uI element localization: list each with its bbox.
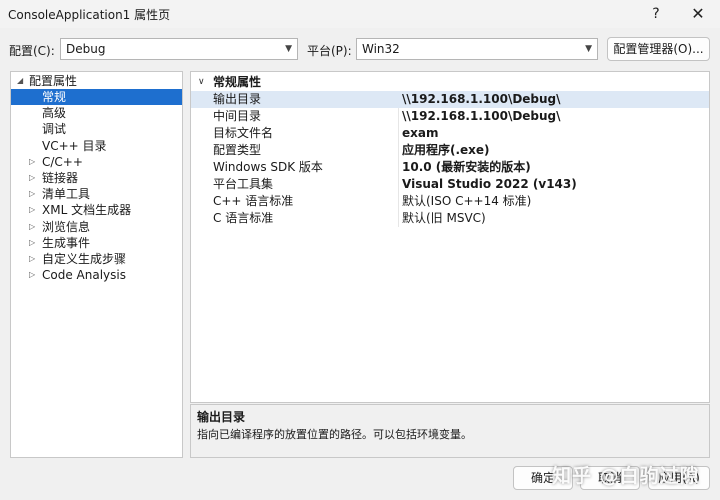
property-name: Windows SDK 版本 <box>213 160 323 174</box>
property-value[interactable]: 应用程序(.exe) <box>402 142 490 159</box>
expand-arrow-icon[interactable]: ▷ <box>29 154 35 170</box>
property-value[interactable]: exam <box>402 125 438 142</box>
property-value[interactable]: 10.0 (最新安装的版本) <box>402 159 531 176</box>
config-dropdown[interactable]: Debug ▼ <box>60 38 298 60</box>
tree-item-label: 浏览信息 <box>42 219 91 234</box>
config-manager-button[interactable]: 配置管理器(O)... <box>607 37 710 61</box>
config-label: 配置(C): <box>9 44 55 58</box>
expand-arrow-icon[interactable]: ▷ <box>29 251 35 267</box>
property-row[interactable]: 目标文件名 exam <box>191 125 709 142</box>
description-pane: 输出目录 指向已编译程序的放置位置的路径。可以包括环境变量。 <box>190 404 710 458</box>
tree-item[interactable]: ▷ 浏览信息 <box>11 219 182 235</box>
help-button[interactable]: ? <box>644 3 668 25</box>
property-row[interactable]: Windows SDK 版本 10.0 (最新安装的版本) <box>191 159 709 176</box>
expand-arrow-icon[interactable]: ▷ <box>29 235 35 251</box>
expand-arrow-icon[interactable]: ▷ <box>29 186 35 202</box>
tree-item-label: 高级 <box>42 106 67 121</box>
tree-item-label: 生成事件 <box>42 235 91 250</box>
property-value[interactable]: 默认(ISO C++14 标准) <box>402 193 531 210</box>
category-label: 常规属性 <box>213 75 262 89</box>
platform-value: Win32 <box>362 42 400 56</box>
window-title: ConsoleApplication1 属性页 <box>8 8 171 22</box>
chevron-down-icon: ▼ <box>585 44 592 54</box>
property-row[interactable]: C++ 语言标准 默认(ISO C++14 标准) <box>191 193 709 210</box>
tree-item-label: XML 文档生成器 <box>42 203 132 218</box>
expand-arrow-icon[interactable]: ▷ <box>29 170 35 186</box>
property-name: C++ 语言标准 <box>213 194 294 208</box>
tree-item[interactable]: ▷ Code Analysis <box>11 267 182 283</box>
property-row[interactable]: 中间目录 \\192.168.1.100\Debug\ <box>191 108 709 125</box>
tree-item-label: 清单工具 <box>42 187 91 202</box>
expanded-arrow-icon: ◢ <box>17 76 24 85</box>
tree-item[interactable]: ▷ C/C++ <box>11 154 182 170</box>
tree-item[interactable]: 常规 <box>11 89 182 105</box>
property-name: C 语言标准 <box>213 211 274 225</box>
chevron-down-icon: ▼ <box>285 44 292 54</box>
property-value[interactable]: Visual Studio 2022 (v143) <box>402 176 577 193</box>
tree-item[interactable]: ▷ 清单工具 <box>11 186 182 202</box>
chevron-down-icon: ∨ <box>198 77 205 87</box>
watermark-text: 知乎 @白驹过隙 <box>552 465 700 487</box>
property-row[interactable]: 输出目录 \\192.168.1.100\Debug\ <box>191 91 709 108</box>
property-grid: ∨ 常规属性 输出目录 \\192.168.1.100\Debug\ 中间目录 \\1… <box>190 71 710 403</box>
property-row[interactable]: 配置类型 应用程序(.exe) <box>191 142 709 159</box>
config-value: Debug <box>66 42 106 56</box>
property-row[interactable]: C 语言标准 默认(旧 MSVC) <box>191 210 709 227</box>
expand-arrow-icon[interactable]: ▷ <box>29 267 35 283</box>
tree-item[interactable]: ▷ 生成事件 <box>11 235 182 251</box>
property-value[interactable]: \\192.168.1.100\Debug\ <box>402 91 561 108</box>
tree-item-label: Code Analysis <box>42 268 126 283</box>
property-row[interactable]: 平台工具集 Visual Studio 2022 (v143) <box>191 176 709 193</box>
close-button[interactable]: ✕ <box>686 3 710 25</box>
category-header[interactable]: ∨ 常规属性 <box>191 74 709 91</box>
tree-item[interactable]: ▷ 链接器 <box>11 170 182 186</box>
tree-item[interactable]: 调试 <box>11 121 182 137</box>
property-name: 目标文件名 <box>213 126 274 140</box>
tree-item-label: 调试 <box>42 122 67 137</box>
expand-arrow-icon[interactable]: ▷ <box>29 219 35 235</box>
property-value[interactable]: \\192.168.1.100\Debug\ <box>402 108 561 125</box>
title-bar: ConsoleApplication1 属性页 ? ✕ <box>0 0 720 28</box>
platform-dropdown[interactable]: Win32 ▼ <box>356 38 598 60</box>
property-value[interactable]: 默认(旧 MSVC) <box>402 210 486 227</box>
platform-label: 平台(P): <box>307 44 352 58</box>
tree-item-label: 链接器 <box>42 171 79 185</box>
expand-arrow-icon[interactable]: ▷ <box>29 202 35 218</box>
tree-root-config-properties[interactable]: ◢ 配置属性 <box>11 73 182 89</box>
tree-item-label: 常规 <box>42 90 67 104</box>
tree-item[interactable]: ▷ XML 文档生成器 <box>11 202 182 218</box>
property-tree: ◢ 配置属性 常规高级 调试 VC++ 目录 ▷ C/C++ ▷ 链接器 ▷ 清单工具 ▷ XML … <box>10 71 183 458</box>
property-name: 中间目录 <box>213 109 262 123</box>
description-title: 输出目录 <box>197 410 246 424</box>
tree-item-label: VC++ 目录 <box>42 138 107 153</box>
tree-item-label: C/C++ <box>42 154 83 169</box>
tree-item-label: 自定义生成步骤 <box>42 252 127 266</box>
tree-item[interactable]: VC++ 目录 <box>11 138 182 154</box>
description-text: 指向已编译程序的放置位置的路径。可以包括环境变量。 <box>197 428 472 441</box>
property-name: 平台工具集 <box>213 177 274 191</box>
property-name: 输出目录 <box>213 92 262 106</box>
tree-item[interactable]: ▷ 自定义生成步骤 <box>11 251 182 267</box>
tree-item[interactable]: 高级 <box>11 105 182 121</box>
property-name: 配置类型 <box>213 143 262 157</box>
tree-root-label: 配置属性 <box>29 74 78 88</box>
